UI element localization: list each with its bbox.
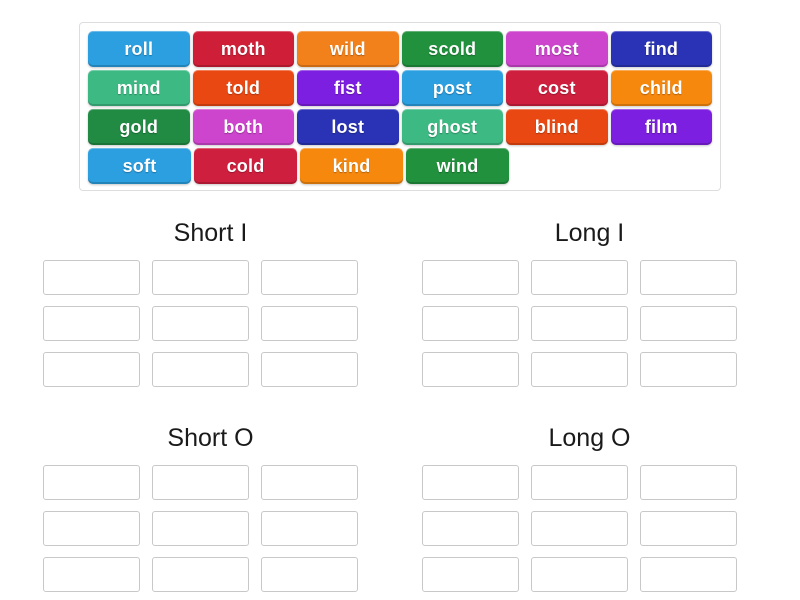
drop-slot[interactable] (152, 557, 249, 592)
drop-slot[interactable] (152, 465, 249, 500)
word-tile[interactable]: fist (297, 70, 399, 106)
word-tile[interactable]: gold (88, 109, 190, 145)
drop-slot[interactable] (43, 465, 140, 500)
drop-slot[interactable] (43, 260, 140, 295)
drop-slot-grid (43, 465, 378, 592)
word-tile[interactable]: lost (297, 109, 399, 145)
drop-slot[interactable] (152, 260, 249, 295)
word-tile[interactable]: moth (192, 31, 294, 67)
drop-slot[interactable] (640, 557, 737, 592)
drop-slot[interactable] (422, 465, 519, 500)
word-tile[interactable]: blind (506, 109, 608, 145)
drop-slot[interactable] (43, 352, 140, 387)
drop-slot[interactable] (422, 260, 519, 295)
drop-slot[interactable] (531, 260, 628, 295)
word-tile[interactable]: child (610, 70, 712, 106)
drop-slot[interactable] (261, 511, 358, 546)
word-bank-row: mind told fist post cost child (88, 70, 712, 106)
word-tile[interactable]: wild (297, 31, 399, 67)
drop-slot[interactable] (640, 306, 737, 341)
category-title: Short I (173, 219, 248, 247)
word-tile[interactable]: post (401, 70, 503, 106)
drop-slot[interactable] (152, 352, 249, 387)
drop-slot[interactable] (152, 511, 249, 546)
word-tile[interactable]: told (192, 70, 294, 106)
drop-slot[interactable] (43, 306, 140, 341)
word-tile[interactable]: most (506, 31, 608, 67)
word-tile[interactable]: ghost (401, 109, 503, 145)
word-bank: roll moth wild scold most find mind told fist pos… (79, 22, 721, 191)
word-tile[interactable]: cold (194, 148, 297, 184)
word-tile[interactable]: film (610, 109, 712, 145)
drop-slot[interactable] (422, 352, 519, 387)
drop-slot[interactable] (640, 352, 737, 387)
category-title: Long I (554, 219, 625, 247)
drop-slot[interactable] (531, 511, 628, 546)
drop-slot[interactable] (422, 306, 519, 341)
drop-slot[interactable] (640, 260, 737, 295)
word-bank-row: soft cold kind wind (88, 148, 712, 184)
word-tile[interactable]: mind (88, 70, 190, 106)
category-column: Long O (422, 423, 757, 592)
drop-slot-grid (43, 260, 378, 387)
category-row-spacer (0, 387, 800, 423)
category-area: Short I Long I Short O Long O (0, 218, 800, 592)
drop-slot[interactable] (422, 511, 519, 546)
category-title: Short O (167, 424, 254, 452)
category-column: Long I (422, 218, 757, 387)
drop-slot[interactable] (640, 511, 737, 546)
drop-slot[interactable] (531, 352, 628, 387)
drop-slot[interactable] (43, 557, 140, 592)
word-bank-rows: roll moth wild scold most find mind told fist pos… (88, 31, 712, 184)
drop-slot[interactable] (531, 465, 628, 500)
category-title: Long O (548, 424, 631, 452)
drop-slot[interactable] (261, 260, 358, 295)
drop-slot[interactable] (261, 465, 358, 500)
word-tile[interactable]: wind (406, 148, 509, 184)
category-row: Short I Long I (0, 218, 800, 387)
drop-slot[interactable] (43, 511, 140, 546)
drop-slot-grid (422, 260, 757, 387)
drop-slot-grid (422, 465, 757, 592)
drop-slot[interactable] (261, 352, 358, 387)
drop-slot[interactable] (531, 557, 628, 592)
category-column: Short O (43, 423, 378, 592)
word-tile[interactable]: scold (401, 31, 503, 67)
drop-slot[interactable] (531, 306, 628, 341)
word-tile[interactable]: both (192, 109, 294, 145)
drop-slot[interactable] (261, 557, 358, 592)
drop-slot[interactable] (261, 306, 358, 341)
word-bank-row: gold both lost ghost blind film (88, 109, 712, 145)
category-column: Short I (43, 218, 378, 387)
drop-slot[interactable] (640, 465, 737, 500)
word-tile[interactable]: find (610, 31, 712, 67)
word-bank-row: roll moth wild scold most find (88, 31, 712, 67)
word-tile[interactable]: cost (506, 70, 608, 106)
word-tile[interactable]: soft (88, 148, 191, 184)
word-tile[interactable]: kind (300, 148, 403, 184)
category-row: Short O Long O (0, 423, 800, 592)
drop-slot[interactable] (152, 306, 249, 341)
word-tile[interactable]: roll (88, 31, 190, 67)
drop-slot[interactable] (422, 557, 519, 592)
word-sort-activity: roll moth wild scold most find mind told fist pos… (0, 0, 800, 600)
